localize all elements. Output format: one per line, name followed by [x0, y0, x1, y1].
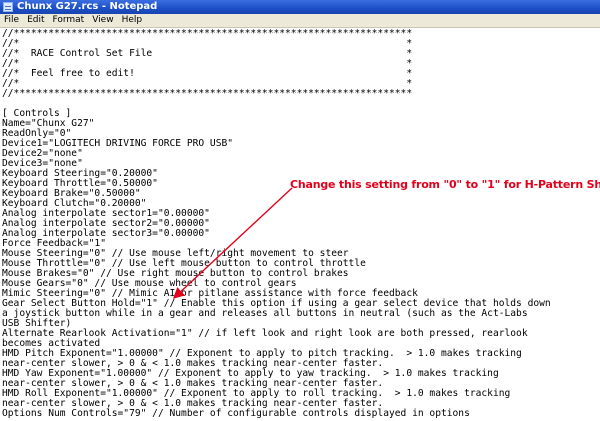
- menu-edit[interactable]: Edit: [23, 14, 48, 27]
- title-bar[interactable]: Chunx G27.rcs - Notepad: [0, 0, 600, 14]
- text-editor-area[interactable]: //**************************************…: [0, 28, 600, 421]
- notepad-icon: [3, 2, 13, 12]
- menu-file[interactable]: File: [0, 14, 23, 27]
- annotation-arrow: [172, 187, 293, 299]
- menu-view[interactable]: View: [88, 14, 117, 27]
- menu-format[interactable]: Format: [49, 14, 89, 27]
- menu-help[interactable]: Help: [118, 14, 147, 27]
- annotation-callout: Change this setting from "0" to "1" for …: [290, 178, 600, 191]
- menu-bar: File Edit Format View Help: [0, 14, 600, 28]
- window-title: Chunx G27.rcs - Notepad: [17, 1, 158, 12]
